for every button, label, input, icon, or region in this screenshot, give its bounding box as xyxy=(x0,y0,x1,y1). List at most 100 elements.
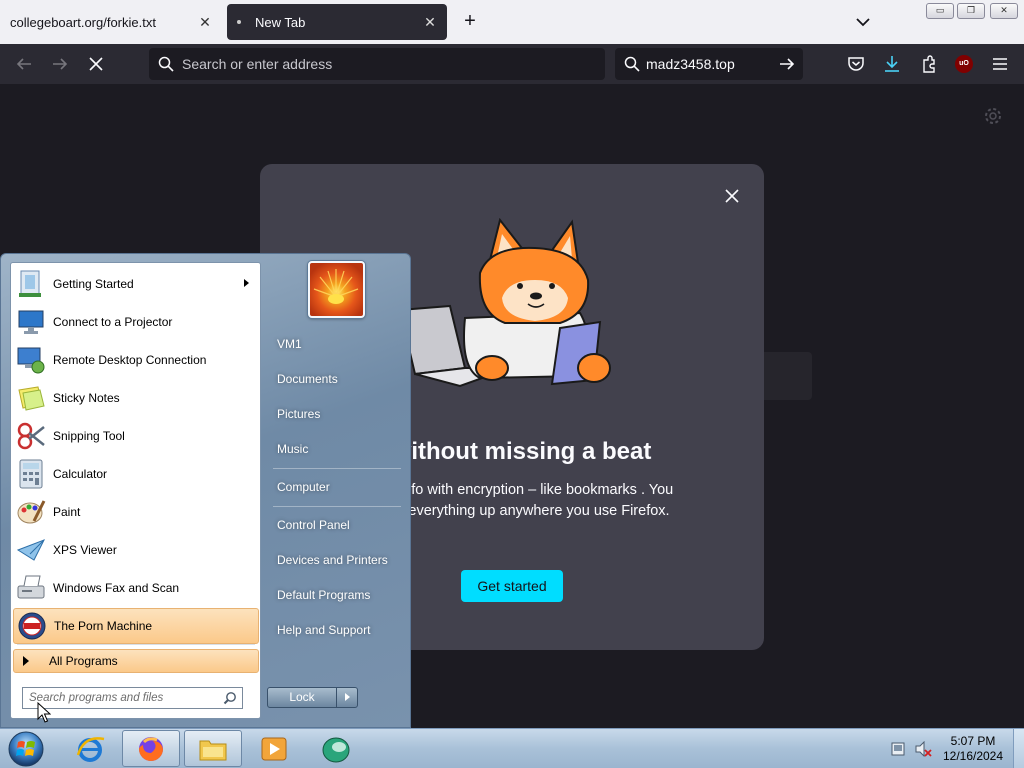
start-link-documents[interactable]: Documents xyxy=(269,364,403,394)
xps-viewer-icon xyxy=(15,534,47,566)
taskbar: 5:07 PM 12/16/2024 xyxy=(0,728,1024,768)
close-tab-icon[interactable]: ✕ xyxy=(196,13,214,31)
program-label: Snipping Tool xyxy=(53,429,125,443)
tab-collegeboart[interactable]: collegeboart.org/forkie.txt ✕ xyxy=(0,4,222,40)
start-link-pictures[interactable]: Pictures xyxy=(269,399,403,429)
system-clock[interactable]: 5:07 PM 12/16/2024 xyxy=(935,734,1011,764)
start-menu: Getting Started Connect to a Projector R… xyxy=(0,253,411,728)
hamburger-menu-icon[interactable] xyxy=(988,52,1012,76)
program-label: Paint xyxy=(53,505,81,519)
start-orb-icon[interactable] xyxy=(6,730,46,768)
all-programs-button[interactable]: All Programs xyxy=(13,649,259,673)
program-label: Getting Started xyxy=(53,277,134,291)
tab-loading-dot xyxy=(237,20,241,24)
gear-icon[interactable] xyxy=(983,106,1003,126)
getting-started-icon xyxy=(15,268,47,300)
porn-machine-icon xyxy=(16,610,48,642)
search-icon xyxy=(624,56,640,72)
program-label: The Porn Machine xyxy=(54,619,153,633)
start-link-computer[interactable]: Computer xyxy=(269,472,403,502)
new-tab-button[interactable]: + xyxy=(458,10,482,34)
clock-date: 12/16/2024 xyxy=(942,749,1004,763)
start-link-control-panel[interactable]: Control Panel xyxy=(269,510,403,540)
start-link-music[interactable]: Music xyxy=(269,434,403,464)
taskbar-file-explorer[interactable] xyxy=(184,730,242,767)
arrow-right-icon xyxy=(345,693,350,701)
action-center-flag-icon[interactable] xyxy=(890,741,906,757)
program-xps-viewer[interactable]: XPS Viewer xyxy=(13,532,259,568)
minimize-button[interactable]: ▭ xyxy=(926,3,954,19)
shutdown-options-button[interactable] xyxy=(336,687,358,708)
search-bar[interactable]: madz3458.top xyxy=(615,48,803,80)
projector-icon xyxy=(15,306,47,338)
tab-label: New Tab xyxy=(255,14,306,30)
stop-loading-icon[interactable] xyxy=(84,52,108,76)
program-label: Sticky Notes xyxy=(53,391,120,405)
start-search-input[interactable] xyxy=(29,692,219,704)
calculator-icon xyxy=(15,458,47,490)
program-getting-started[interactable]: Getting Started xyxy=(13,266,259,302)
tab-strip: collegeboart.org/forkie.txt ✕ New Tab ✕ … xyxy=(0,0,1024,44)
divider xyxy=(273,468,401,469)
network-volume-muted-icon[interactable] xyxy=(914,741,932,757)
paint-icon xyxy=(15,496,47,528)
clock-time: 5:07 PM xyxy=(950,734,996,748)
address-input[interactable] xyxy=(182,56,582,72)
program-the-porn-machine[interactable]: The Porn Machine xyxy=(13,608,259,644)
go-arrow-icon[interactable] xyxy=(777,54,797,74)
forward-arrow-icon[interactable] xyxy=(48,52,72,76)
back-arrow-icon[interactable] xyxy=(12,52,36,76)
restore-button[interactable]: ❐ xyxy=(957,3,985,19)
file-explorer-icon xyxy=(199,740,227,760)
program-remote-desktop[interactable]: Remote Desktop Connection xyxy=(13,342,259,378)
program-calculator[interactable]: Calculator xyxy=(13,456,259,492)
mouse-pointer-icon xyxy=(37,702,51,723)
taskbar-media-player[interactable] xyxy=(245,730,303,767)
program-snipping-tool[interactable]: Snipping Tool xyxy=(13,418,259,454)
program-fax-scan[interactable]: Windows Fax and Scan xyxy=(13,570,259,606)
divider xyxy=(273,506,401,507)
sticky-notes-icon xyxy=(15,382,47,414)
snipping-tool-icon xyxy=(15,420,47,452)
ublock-origin-icon[interactable]: uO xyxy=(955,55,973,73)
program-label: Remote Desktop Connection xyxy=(53,353,207,367)
tab-new-tab[interactable]: New Tab ✕ xyxy=(227,4,447,40)
pocket-icon[interactable] xyxy=(844,52,868,76)
search-bar-text: madz3458.top xyxy=(646,56,735,72)
program-connect-projector[interactable]: Connect to a Projector xyxy=(13,304,259,340)
extensions-icon[interactable] xyxy=(917,52,941,76)
navigation-toolbar: madz3458.top uO xyxy=(0,44,1024,84)
internet-explorer-icon xyxy=(76,736,105,762)
taskbar-firefox[interactable] xyxy=(122,730,180,767)
user-avatar[interactable] xyxy=(308,261,365,318)
all-programs-label: All Programs xyxy=(49,654,118,668)
program-paint[interactable]: Paint xyxy=(13,494,259,530)
start-link-vm1[interactable]: VM1 xyxy=(269,329,403,359)
program-label: Calculator xyxy=(53,467,108,481)
firefox-icon xyxy=(139,736,163,761)
fox-illustration xyxy=(398,218,611,388)
fax-scan-icon xyxy=(15,572,47,604)
submenu-arrow-icon xyxy=(244,279,249,287)
get-started-button[interactable]: Get started xyxy=(461,570,563,602)
media-player-icon xyxy=(261,737,287,760)
downloads-icon[interactable] xyxy=(880,52,904,76)
tab-list-chevron-icon[interactable] xyxy=(853,12,873,32)
program-sticky-notes[interactable]: Sticky Notes xyxy=(13,380,259,416)
search-icon xyxy=(158,56,174,72)
search-icon xyxy=(223,692,236,705)
app-icon xyxy=(322,737,350,762)
lock-button[interactable]: Lock xyxy=(267,687,337,708)
address-bar[interactable] xyxy=(149,48,605,80)
close-tab-icon[interactable]: ✕ xyxy=(421,13,439,31)
taskbar-internet-explorer[interactable] xyxy=(61,730,119,767)
taskbar-app[interactable] xyxy=(307,730,365,767)
close-icon[interactable] xyxy=(720,184,744,208)
tab-label: collegeboart.org/forkie.txt xyxy=(10,14,156,30)
start-link-devices-printers[interactable]: Devices and Printers xyxy=(269,545,403,575)
show-desktop-button[interactable] xyxy=(1013,729,1024,768)
start-link-default-programs[interactable]: Default Programs xyxy=(269,580,403,610)
close-window-button[interactable]: ✕ xyxy=(990,3,1018,19)
start-search-box[interactable] xyxy=(22,687,243,709)
start-link-help-support[interactable]: Help and Support xyxy=(269,615,403,645)
